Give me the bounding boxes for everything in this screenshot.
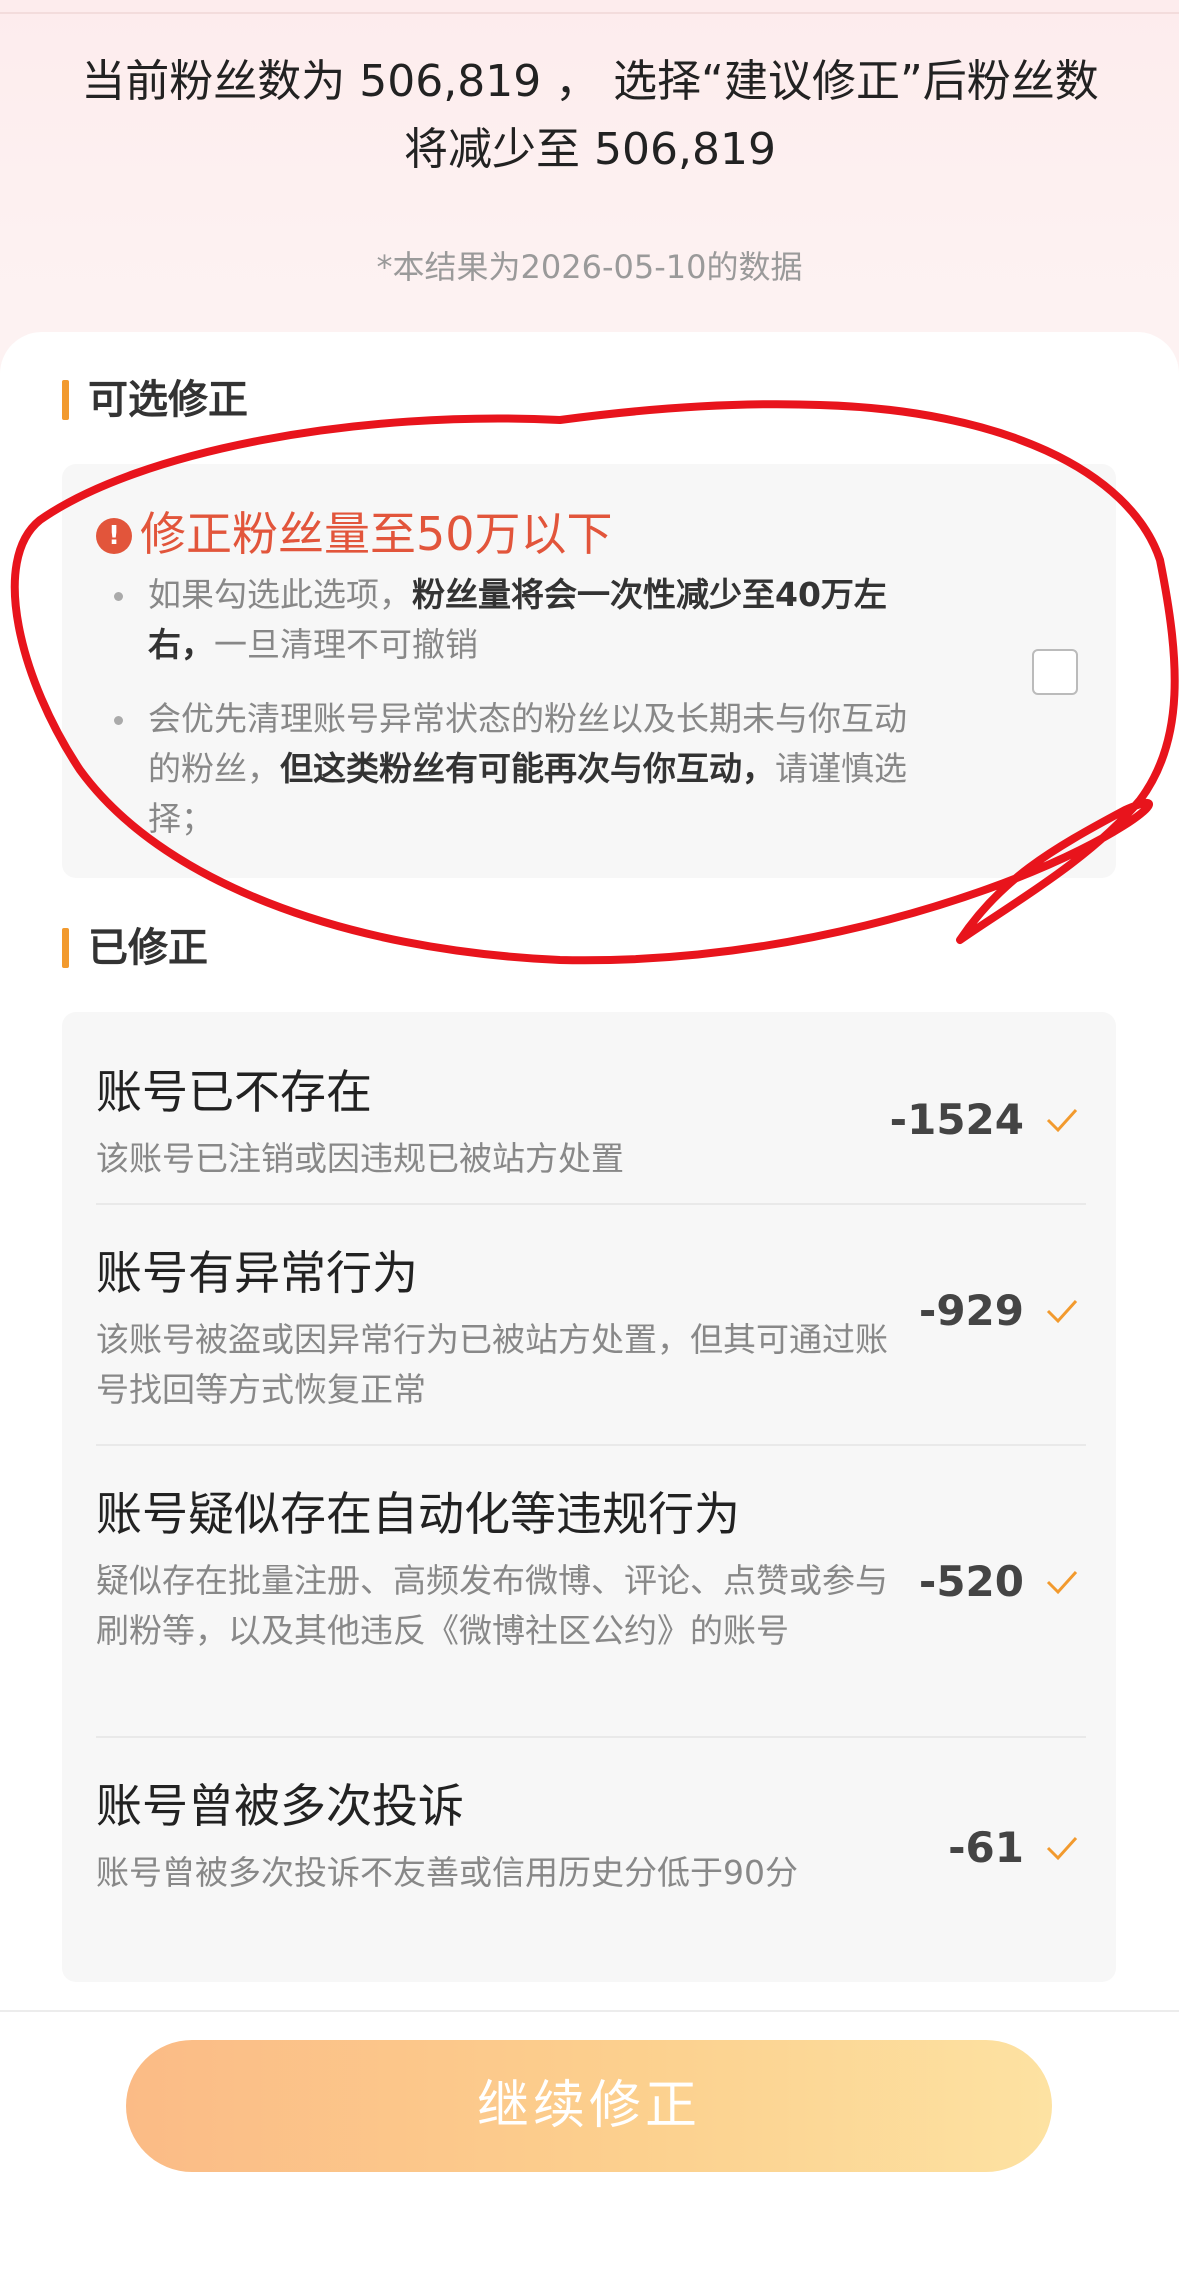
- optional-section-title: 可选修正: [62, 376, 248, 424]
- continue-fix-button[interactable]: 继续修正: [126, 2040, 1052, 2172]
- option-checkbox[interactable]: [1032, 649, 1078, 695]
- item-value: -929: [918, 1286, 1024, 1335]
- item-value: -1524: [889, 1095, 1024, 1144]
- divider: [96, 1203, 1086, 1205]
- item-title: 账号曾被多次投诉: [96, 1779, 464, 1833]
- fans-summary: 当前粉丝数为 506,819 ， 选择“建议修正”后粉丝数将减少至 506,81…: [81, 56, 1099, 175]
- check-icon: [1046, 1299, 1078, 1324]
- check-icon: [1046, 1836, 1078, 1861]
- option-title-text: 修正粉丝量至50万以下: [140, 507, 613, 561]
- divider: [96, 1444, 1086, 1446]
- item-value: -520: [918, 1557, 1024, 1606]
- item-desc: 该账号已注销或因违规已被站方处置: [96, 1139, 624, 1178]
- fixed-list: 账号已不存在 该账号已注销或因违规已被站方处置 -1524 账号有异常行为 该账…: [62, 1012, 1116, 1982]
- option-bullet-2: 会优先清理账号异常状态的粉丝以及长期未与你互动的粉丝，但这类粉丝有可能再次与你互…: [114, 694, 918, 844]
- item-title: 账号疑似存在自动化等违规行为: [96, 1487, 740, 1541]
- option-bullet-1: 如果勾选此选项，粉丝量将会一次性减少至40万左右，一旦清理不可撤销: [114, 570, 918, 670]
- header-divider: [0, 12, 1179, 14]
- data-date-note: *本结果为2026-05-10的数据: [376, 248, 803, 286]
- item-title: 账号已不存在: [96, 1065, 372, 1119]
- option-title: ! 修正粉丝量至50万以下: [96, 504, 613, 564]
- item-desc: 账号曾被多次投诉不友善或信用历史分低于90分: [96, 1853, 798, 1892]
- item-title: 账号有异常行为: [96, 1246, 418, 1300]
- footer-divider: [0, 2010, 1179, 2012]
- check-icon: [1046, 1570, 1078, 1595]
- optional-fix-option[interactable]: ! 修正粉丝量至50万以下 如果勾选此选项，粉丝量将会一次性减少至40万左右，一旦…: [62, 464, 1116, 878]
- check-icon: [1046, 1108, 1078, 1133]
- warning-icon: !: [96, 518, 132, 554]
- item-value: -61: [948, 1823, 1024, 1872]
- item-desc: 疑似存在批量注册、高频发布微博、评论、点赞或参与刷粉等，以及其他违反《微博社区公…: [96, 1561, 888, 1650]
- fixed-section-title: 已修正: [62, 924, 208, 972]
- divider: [96, 1736, 1086, 1738]
- item-desc: 该账号被盗或因异常行为已被站方处置，但其可通过账号找回等方式恢复正常: [96, 1320, 888, 1409]
